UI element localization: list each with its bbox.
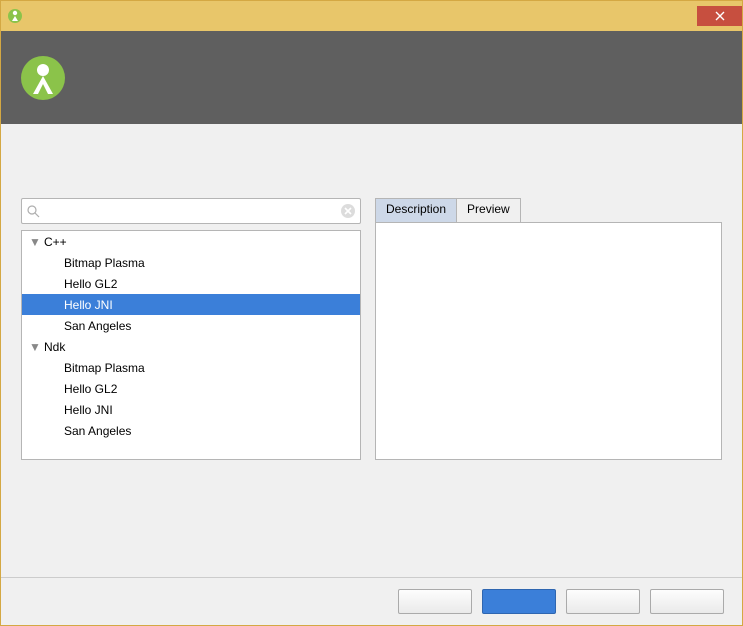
chevron-down-icon: ▼ [28,235,42,249]
tree-item-label: San Angeles [62,424,131,438]
tree-item[interactable]: Bitmap Plasma [22,357,360,378]
import-sample-window: ▼C++Bitmap PlasmaHello GL2Hello JNISan A… [0,0,743,626]
tree-item[interactable]: Hello JNI [22,294,360,315]
search-input[interactable] [40,204,340,218]
tab-description[interactable]: Description [375,198,457,222]
tree-item-label: San Angeles [62,319,131,333]
tree-item-label: Hello JNI [62,403,113,417]
tree-item-label: Bitmap Plasma [62,256,145,270]
cancel-button[interactable] [566,589,640,614]
clear-icon[interactable] [340,203,356,219]
tree-item[interactable]: Hello JNI [22,399,360,420]
tree-item-label: Hello JNI [62,298,113,312]
search-box[interactable] [21,198,361,224]
tree-item[interactable]: Hello GL2 [22,273,360,294]
titlebar [1,1,742,31]
tab-preview[interactable]: Preview [456,198,521,222]
search-icon [26,204,40,218]
tree-item[interactable]: Bitmap Plasma [22,252,360,273]
tree-group[interactable]: ▼Ndk [22,336,360,357]
tree-item-label: Hello GL2 [62,382,117,396]
close-button[interactable] [697,6,742,26]
tree-item[interactable]: San Angeles [22,420,360,441]
chevron-down-icon: ▼ [28,340,42,354]
android-studio-icon [19,54,67,102]
banner [1,31,742,124]
app-icon [7,8,23,24]
detail-panel [375,222,722,460]
previous-button[interactable] [398,589,472,614]
tree-item[interactable]: Hello GL2 [22,378,360,399]
content-area: ▼C++Bitmap PlasmaHello GL2Hello JNISan A… [1,124,742,577]
finish-button[interactable] [650,589,724,614]
next-button[interactable] [482,589,556,614]
footer [1,577,742,625]
samples-tree[interactable]: ▼C++Bitmap PlasmaHello GL2Hello JNISan A… [21,230,361,460]
tree-group-label: C++ [42,235,67,249]
tree-group[interactable]: ▼C++ [22,231,360,252]
tree-item-label: Hello GL2 [62,277,117,291]
tree-item[interactable]: San Angeles [22,315,360,336]
tree-group-label: Ndk [42,340,65,354]
detail-tabs: DescriptionPreview [375,198,722,222]
tree-item-label: Bitmap Plasma [62,361,145,375]
